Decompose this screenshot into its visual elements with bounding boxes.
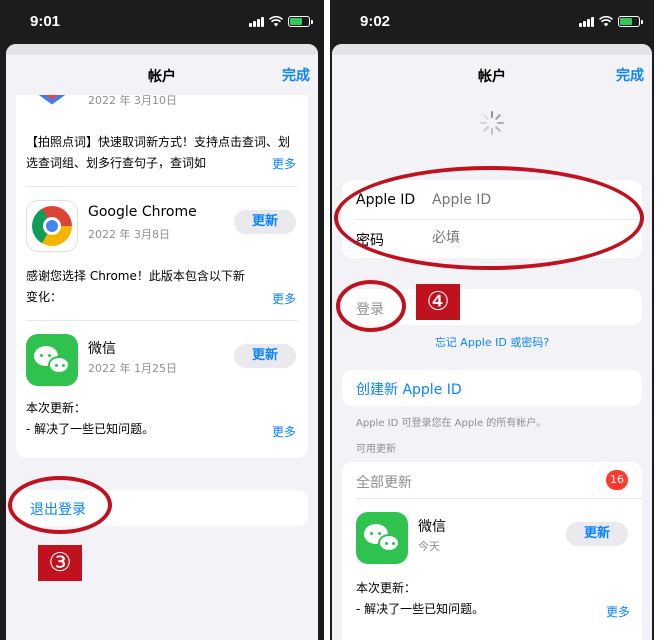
nav-bar: 帐户 完成 — [6, 55, 318, 95]
app-date: 2022 年 1月25日 — [88, 362, 177, 375]
update-button[interactable]: 更新 — [234, 344, 296, 368]
update-button[interactable]: 更新 — [566, 522, 628, 546]
highlight-circle — [336, 280, 406, 332]
highlight-circle — [8, 476, 112, 534]
wechat-app-icon — [26, 334, 78, 386]
status-icons — [249, 16, 313, 27]
app-row-wechat[interactable]: 微信 今天 更新 — [356, 508, 632, 566]
forgot-password-link[interactable]: 忘记 Apple ID 或密码? — [332, 334, 652, 350]
app-date: 2022 年 3月8日 — [88, 228, 170, 241]
nav-bar: 帐户 完成 — [332, 55, 652, 95]
app-name: Google Chrome — [88, 204, 197, 220]
section-header: 可用更新 — [356, 444, 396, 455]
step-number-badge: ④ — [416, 284, 460, 320]
footer-note: Apple ID 可登录您在 Apple 的所有帐户。 — [356, 418, 547, 429]
cellular-signal-icon — [249, 16, 264, 27]
done-button[interactable]: 完成 — [282, 65, 310, 85]
cellular-signal-icon — [579, 16, 594, 27]
status-bar: 9:01 — [0, 0, 324, 44]
step-number-badge: ③ — [38, 545, 82, 581]
release-notes: 感谢您选择 Chrome！此版本包含以下新变化： — [26, 269, 245, 304]
status-icons — [579, 16, 643, 27]
chrome-app-icon — [26, 200, 78, 252]
updates-count-badge: 16 — [606, 470, 628, 490]
account-sheet: 帐户 完成 Apple ID 密码 登录 忘记 Apple ID 或密码? — [332, 44, 652, 640]
update-button[interactable]: 更新 — [234, 210, 296, 234]
more-link[interactable]: 更多 — [606, 603, 630, 620]
right-phone-screen: 9:02 帐户 完成 Apple ID 密码 — [330, 0, 654, 640]
release-notes-line-2: - 解决了一些已知问题。 — [26, 422, 155, 436]
status-bar: 9:02 — [330, 0, 654, 44]
release-notes-line-1: 本次更新： — [356, 581, 417, 595]
more-link[interactable]: 更多 — [272, 155, 296, 172]
all-updates-label: 全部更新 — [356, 475, 412, 491]
release-notes: 【拍照点词】快速取词新方式！支持点击查词、划选查词组、划多行查句子，查词如 — [26, 135, 291, 170]
loading-spinner-icon — [479, 110, 505, 136]
highlight-ellipse — [334, 166, 644, 270]
wifi-icon — [599, 16, 613, 27]
wechat-app-icon — [356, 512, 408, 564]
release-notes-line-2: - 解决了一些已知问题。 — [356, 602, 485, 616]
page-title: 帐户 — [148, 69, 176, 85]
create-apple-id-link[interactable]: 创建新 Apple ID — [356, 379, 462, 399]
app-name: 微信 — [418, 519, 446, 535]
updates-card: 2022 年 3月10日 【拍照点词】快速取词新方式！支持点击查词、划选查词组、… — [16, 62, 308, 458]
left-phone-screen: 9:01 帐户 完成 2022 年 3月10日 【拍照点词】快速取词新方式！支持… — [0, 0, 324, 640]
page-title: 帐户 — [478, 69, 506, 85]
app-row-chrome[interactable]: Google Chrome 2022 年 3月8日 更新 — [26, 196, 298, 254]
battery-icon — [618, 16, 643, 27]
create-id-card: 创建新 Apple ID — [342, 370, 642, 406]
available-updates-card: 全部更新 16 微信 今天 更新 本次更新： - 解决了一些已知问题。 更多 — [342, 462, 642, 640]
more-link[interactable]: 更多 — [272, 290, 296, 307]
battery-icon — [288, 16, 313, 27]
app-date: 今天 — [418, 540, 440, 553]
app-name: 微信 — [88, 341, 116, 357]
app-row-wechat[interactable]: 微信 2022 年 1月25日 更新 — [26, 330, 298, 388]
done-button[interactable]: 完成 — [616, 65, 644, 85]
wifi-icon — [269, 16, 283, 27]
release-notes-line-1: 本次更新： — [26, 401, 87, 415]
all-updates-row[interactable]: 全部更新 16 — [342, 462, 642, 498]
more-link[interactable]: 更多 — [272, 423, 296, 440]
status-time: 9:01 — [30, 13, 61, 30]
status-time: 9:02 — [360, 13, 391, 30]
